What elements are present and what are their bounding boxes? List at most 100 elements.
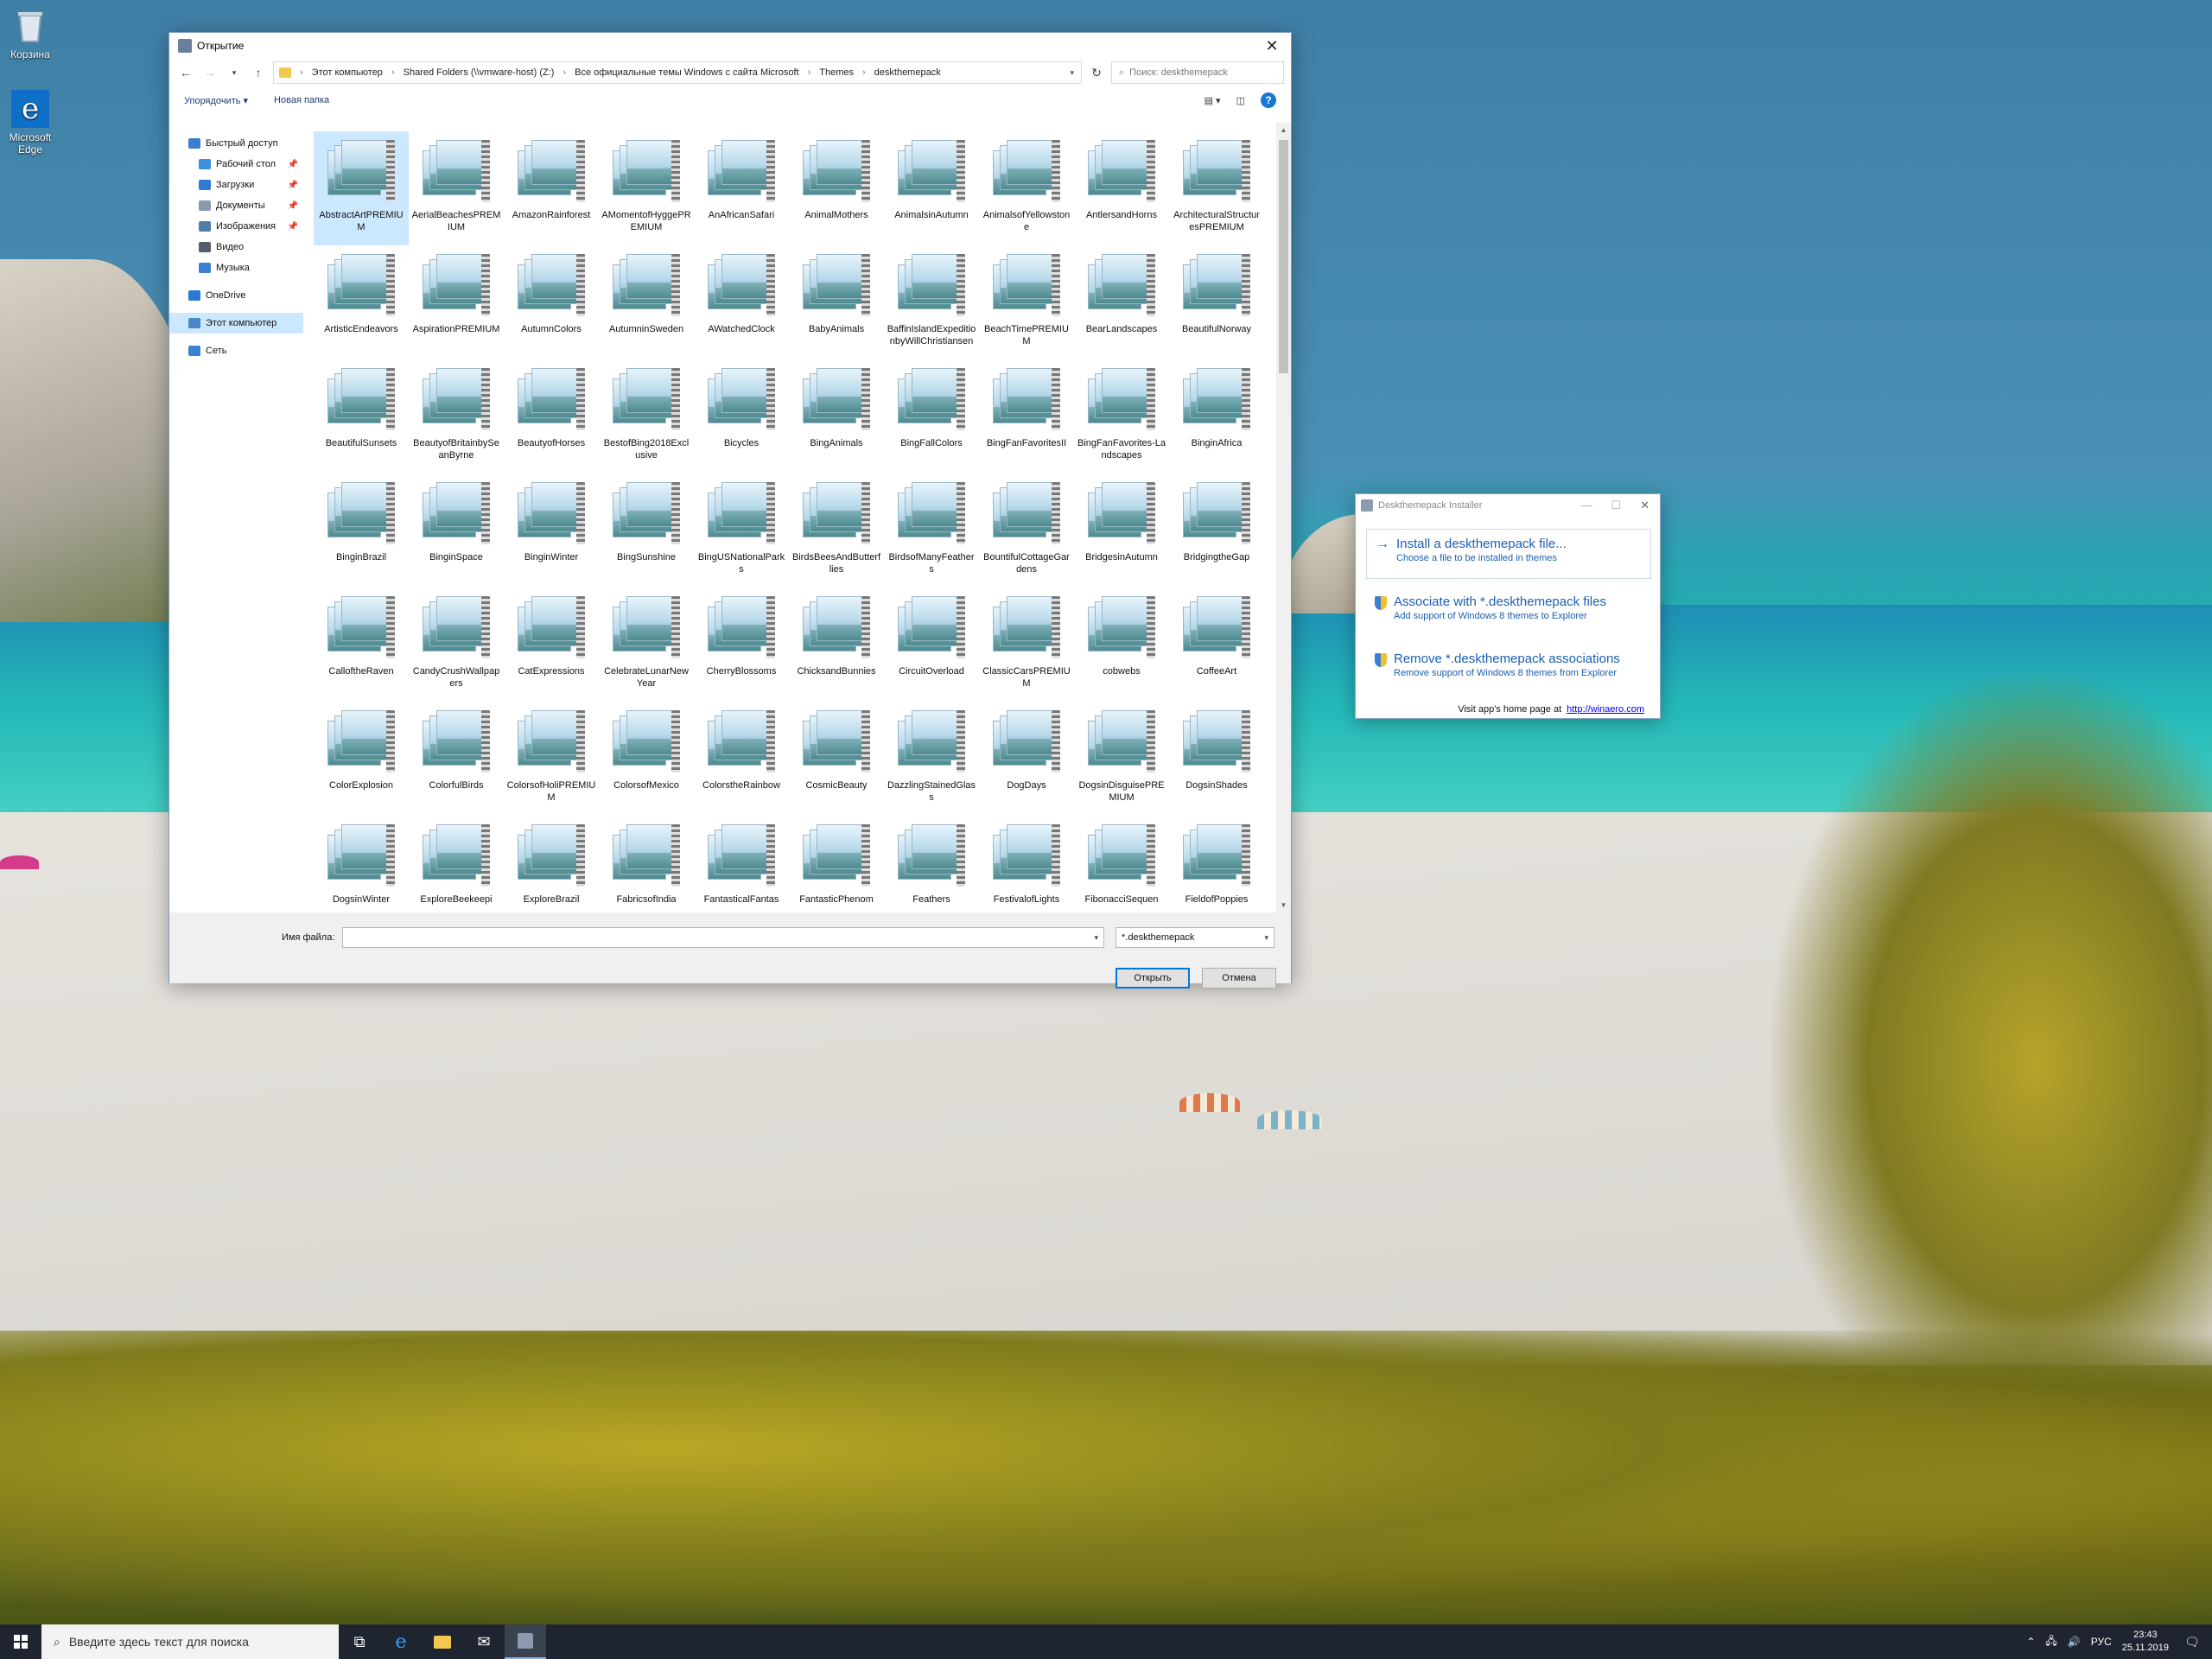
file-item[interactable]: FantasticalFantas (694, 816, 789, 912)
change-view-icon[interactable]: ▤ ▾ (1205, 95, 1221, 106)
file-item[interactable]: DogsinDisguisePREMIUM (1074, 702, 1169, 816)
file-item[interactable]: AspirationPREMIUM (409, 245, 504, 359)
close-icon[interactable]: ✕ (1253, 33, 1291, 59)
search-input[interactable]: ⌕ Поиск: deskthemepack (1111, 61, 1284, 84)
filetype-select[interactable]: *.deskthemepack ▾ (1116, 927, 1274, 948)
file-item[interactable]: BingSunshine (599, 474, 694, 588)
remove-association-command-button[interactable]: Remove *.deskthemepack associations Remo… (1366, 645, 1651, 685)
recent-locations-chevron-icon[interactable]: ▾ (225, 68, 244, 78)
file-item[interactable]: FabricsofIndia (599, 816, 694, 912)
file-item[interactable]: ChicksandBunnies (789, 588, 884, 702)
file-item[interactable]: ExploreBrazil (504, 816, 599, 912)
file-item[interactable]: AMomentofHyggePREMIUM (599, 131, 694, 245)
scroll-up-arrow-icon[interactable]: ▲ (1276, 123, 1291, 137)
preview-pane-icon[interactable]: ◫ (1236, 95, 1245, 106)
file-item[interactable]: ColorsofMexico (599, 702, 694, 816)
file-item[interactable]: BestofBing2018Exclusive (599, 359, 694, 474)
file-item[interactable]: AnimalMothers (789, 131, 884, 245)
file-item[interactable]: BeachTimePREMIUM (979, 245, 1074, 359)
scroll-down-arrow-icon[interactable]: ▼ (1276, 898, 1291, 912)
file-item[interactable]: AbstractArtPREMIUM (314, 131, 409, 245)
forward-arrow-icon[interactable]: → (200, 66, 219, 79)
nav-item[interactable]: Загрузки 📌 (169, 175, 303, 195)
new-folder-button[interactable]: Новая папка (274, 95, 329, 105)
file-item[interactable]: BingFanFavoritesII (979, 359, 1074, 474)
file-item[interactable]: ArchitecturalStructuresPREMIUM (1169, 131, 1264, 245)
maximize-icon[interactable]: ☐ (1611, 499, 1621, 512)
file-item[interactable]: BaffinIslandExpeditionbyWillChristiansen (884, 245, 979, 359)
organize-button[interactable]: Упорядочить ▾ (184, 95, 248, 106)
file-item[interactable]: AmazonRainforest (504, 131, 599, 245)
file-item[interactable]: ExploreBeekeepi (409, 816, 504, 912)
installer-titlebar[interactable]: Deskthemepack Installer — ☐ ✕ (1356, 494, 1660, 517)
file-item[interactable]: BearLandscapes (1074, 245, 1169, 359)
file-item[interactable]: BingUSNationalParks (694, 474, 789, 588)
up-arrow-icon[interactable]: ↑ (249, 66, 268, 79)
file-item[interactable]: DazzlingStainedGlass (884, 702, 979, 816)
file-item[interactable]: ColorsofHoliPREMIUM (504, 702, 599, 816)
file-item[interactable]: ColorExplosion (314, 702, 409, 816)
edge-taskbar-icon[interactable]: e (380, 1624, 422, 1659)
file-item[interactable]: DogDays (979, 702, 1074, 816)
filename-dropdown-chevron-icon[interactable]: ▾ (1094, 933, 1098, 943)
nav-item[interactable]: Изображения 📌 (169, 216, 303, 237)
file-item[interactable]: BeautifulNorway (1169, 245, 1264, 359)
taskbar-search-box[interactable]: ⌕ Введите здесь текст для поиска (41, 1624, 339, 1659)
network-icon[interactable]: 🖧 (2045, 1633, 2056, 1651)
file-item[interactable]: CalloftheRaven (314, 588, 409, 702)
file-item[interactable]: FieldofPoppies (1169, 816, 1264, 912)
file-item[interactable]: ClassicCarsPREMIUM (979, 588, 1074, 702)
file-item[interactable]: BeautyofHorses (504, 359, 599, 474)
open-button[interactable]: Открыть (1116, 968, 1190, 988)
file-item[interactable]: AutumninSweden (599, 245, 694, 359)
file-item[interactable]: AerialBeachesPREMIUM (409, 131, 504, 245)
minimize-icon[interactable]: — (1580, 499, 1592, 512)
show-hidden-icons-chevron-icon[interactable]: ⌃ (2026, 1636, 2035, 1648)
deskthemepack-installer-taskbar-icon[interactable] (505, 1624, 546, 1659)
file-item[interactable]: AWatchedClock (694, 245, 789, 359)
file-item[interactable]: BingFanFavorites-Landscapes (1074, 359, 1169, 474)
file-item[interactable]: CelebrateLunarNewYear (599, 588, 694, 702)
back-arrow-icon[interactable]: ← (176, 66, 195, 79)
file-item[interactable]: BingAnimals (789, 359, 884, 474)
nav-item[interactable]: Рабочий стол 📌 (169, 154, 303, 175)
install-command-button[interactable]: → Install a deskthemepack file... Choose… (1366, 529, 1651, 579)
nav-item[interactable]: Этот компьютер (169, 313, 303, 334)
file-item[interactable]: Bicycles (694, 359, 789, 474)
vertical-scrollbar[interactable]: ▲ ▼ (1276, 123, 1291, 912)
breadcrumb-item[interactable]: Этот компьютер (312, 67, 383, 78)
file-item[interactable]: AntlersandHorns (1074, 131, 1169, 245)
nav-item[interactable]: OneDrive (169, 285, 303, 306)
file-item[interactable]: Feathers (884, 816, 979, 912)
file-item[interactable]: BinginSpace (409, 474, 504, 588)
file-item[interactable]: DogsinWinter (314, 816, 409, 912)
file-explorer-icon[interactable] (422, 1624, 463, 1659)
help-icon[interactable]: ? (1261, 92, 1276, 108)
nav-item[interactable]: Музыка (169, 257, 303, 278)
file-item[interactable]: ColorfulBirds (409, 702, 504, 816)
file-item[interactable]: CoffeeArt (1169, 588, 1264, 702)
file-item[interactable]: BinginBrazil (314, 474, 409, 588)
close-icon[interactable]: ✕ (1640, 499, 1649, 512)
homepage-link[interactable]: http://winaero.com (1567, 704, 1644, 715)
mail-icon[interactable]: ✉ (463, 1624, 505, 1659)
file-item[interactable]: CatExpressions (504, 588, 599, 702)
language-indicator[interactable]: РУС (2091, 1636, 2112, 1648)
filename-input[interactable]: ▾ (342, 927, 1104, 948)
start-button[interactable] (0, 1624, 41, 1659)
address-dropdown-chevron-icon[interactable]: ▾ (1070, 68, 1081, 78)
scrollbar-thumb[interactable] (1279, 140, 1288, 373)
file-item[interactable]: CosmicBeauty (789, 702, 884, 816)
refresh-icon[interactable]: ↻ (1087, 66, 1106, 80)
file-item[interactable]: AnimalsinAutumn (884, 131, 979, 245)
file-item[interactable]: BabyAnimals (789, 245, 884, 359)
file-item[interactable]: BinginAfrica (1169, 359, 1264, 474)
file-item[interactable]: BeautifulSunsets (314, 359, 409, 474)
breadcrumb-item[interactable]: Все официальные темы Windows с сайта Mic… (575, 67, 798, 78)
breadcrumb-item[interactable]: deskthemepack (874, 67, 941, 78)
desktop-icon-recycle-bin[interactable]: Корзина (0, 7, 60, 60)
file-item[interactable]: CandyCrushWallpapers (409, 588, 504, 702)
breadcrumb-item[interactable]: Themes (819, 67, 854, 78)
breadcrumb-item[interactable]: Shared Folders (\\vmware-host) (Z:) (404, 67, 555, 78)
file-item[interactable]: cobwebs (1074, 588, 1169, 702)
